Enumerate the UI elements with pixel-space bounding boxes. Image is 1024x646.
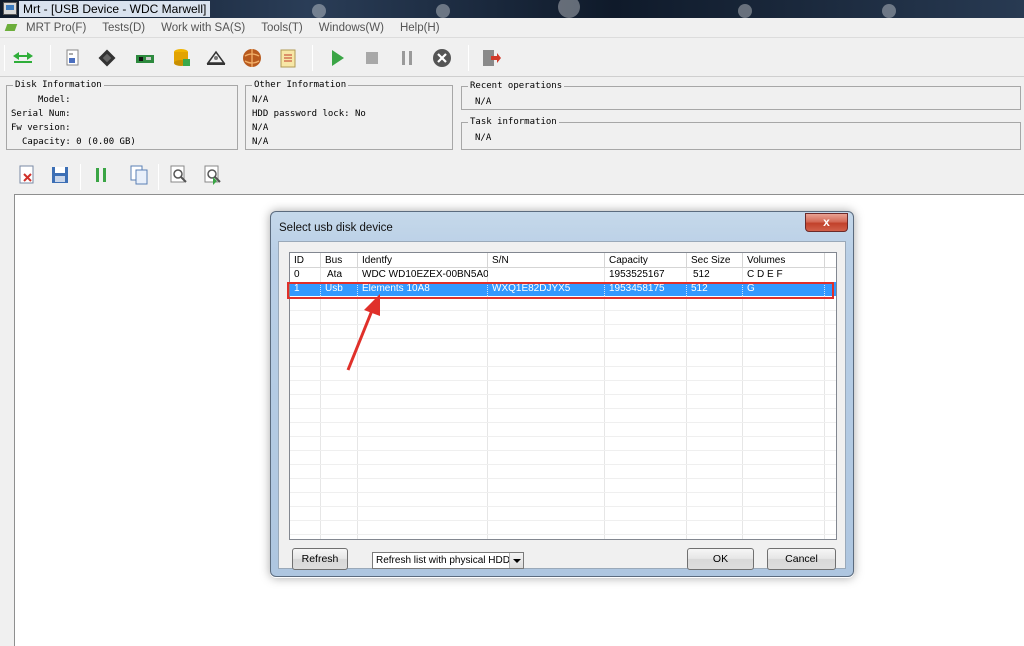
dialog-body: ID Bus Identfy S/N Capacity Sec Size Vol… xyxy=(278,241,846,570)
delete-file-icon[interactable] xyxy=(16,164,38,186)
select-usb-disk-dialog: Select usb disk device x ID Bus Identfy … xyxy=(270,211,854,577)
menu-tools[interactable]: Tools(T) xyxy=(259,22,305,34)
cell-capacity: 1953525167 xyxy=(609,269,665,280)
desktop-orb-icon xyxy=(738,4,752,18)
chevron-down-icon[interactable] xyxy=(509,553,523,568)
cell-id: 0 xyxy=(294,269,300,280)
desktop-orb-icon xyxy=(558,0,580,18)
search-icon[interactable] xyxy=(168,164,190,186)
disk-fw-version: Fw version: xyxy=(11,123,71,133)
log-toolbar xyxy=(0,160,1024,192)
col-id[interactable]: ID xyxy=(290,253,321,268)
other-information-legend: Other Information xyxy=(254,80,347,90)
menu-mrt-pro[interactable]: MRT Pro(F) xyxy=(24,22,88,34)
menu-windows[interactable]: Windows(W) xyxy=(317,22,386,34)
refresh-mode-value: Refresh list with physical HDD xyxy=(376,555,510,566)
window-title: Mrt - [USB Device - WDC Marwell] xyxy=(19,1,211,17)
cell-identify: WDC WD10EZEX-00BN5A0 xyxy=(362,269,488,280)
annotation-arrow-icon xyxy=(346,294,380,371)
col-identify[interactable]: Identfy xyxy=(358,253,488,268)
scale-icon[interactable] xyxy=(205,47,227,69)
save-icon[interactable] xyxy=(49,164,71,186)
globe-icon[interactable] xyxy=(241,47,263,69)
cell-sn xyxy=(488,268,605,282)
search-next-icon[interactable] xyxy=(202,164,224,186)
dialog-close-button[interactable]: x xyxy=(805,213,848,232)
refresh-mode-select[interactable]: Refresh list with physical HDD xyxy=(372,552,524,569)
task-information-group: Task information xyxy=(461,117,1021,150)
copy-icon[interactable] xyxy=(128,164,150,186)
exit-icon[interactable] xyxy=(480,47,502,69)
disk-model: Model: xyxy=(38,95,71,105)
other-info-line: N/A xyxy=(252,123,269,133)
cancel-icon[interactable] xyxy=(431,47,453,69)
col-sec-size[interactable]: Sec Size xyxy=(687,253,743,268)
connect-icon[interactable] xyxy=(12,47,34,69)
ok-button[interactable]: OK xyxy=(687,548,754,570)
col-volumes[interactable]: Volumes xyxy=(743,253,825,268)
col-sn[interactable]: S/N xyxy=(488,253,605,268)
desktop-orb-icon xyxy=(436,4,450,18)
other-info-line: N/A xyxy=(252,95,269,105)
task-information-value: N/A xyxy=(475,133,492,143)
disk-info-icon[interactable] xyxy=(62,47,84,69)
hdd-password-lock: HDD password lock: No xyxy=(252,109,366,119)
menu-help[interactable]: Help(H) xyxy=(398,22,442,34)
disk-serial: Serial Num: xyxy=(11,109,71,119)
disk-information-legend: Disk Information xyxy=(15,80,102,90)
recent-operations-legend: Recent operations xyxy=(470,81,563,91)
task-information-legend: Task information xyxy=(470,117,557,127)
app-icon xyxy=(3,2,17,15)
table-row[interactable]: 0 Ata WDC WD10EZEX-00BN5A0 1953525167 51… xyxy=(290,268,836,282)
cell-sec-size: 512 xyxy=(687,282,743,296)
board-icon[interactable] xyxy=(134,47,156,69)
cell-sn: WXQ1E82DJYX5 xyxy=(488,282,605,296)
recent-operations-value: N/A xyxy=(475,97,492,107)
cell-bus: Ata xyxy=(327,269,343,280)
menu-tests[interactable]: Tests(D) xyxy=(100,22,147,34)
col-capacity[interactable]: Capacity xyxy=(605,253,687,268)
desktop-orb-icon xyxy=(312,4,326,18)
device-list-header: ID Bus Identfy S/N Capacity Sec Size Vol… xyxy=(290,253,836,268)
cell-volumes: G xyxy=(743,282,825,296)
menu-work-with-sa[interactable]: Work with SA(S) xyxy=(159,22,247,34)
main-toolbar xyxy=(0,39,1024,77)
menu-bar: MRT Pro(F) Tests(D) Work with SA(S) Tool… xyxy=(0,18,1024,38)
cell-id: 1 xyxy=(290,282,321,296)
col-bus[interactable]: Bus xyxy=(321,253,358,268)
cancel-button[interactable]: Cancel xyxy=(767,548,836,570)
stop-icon[interactable] xyxy=(361,47,383,69)
dialog-title: Select usb disk device xyxy=(279,222,393,234)
cell-volumes: C D E F xyxy=(747,269,783,280)
menu-app-icon[interactable] xyxy=(6,22,20,33)
cell-capacity: 1953458175 xyxy=(605,282,687,296)
pause-log-icon[interactable] xyxy=(90,164,112,186)
chip-icon[interactable] xyxy=(96,47,118,69)
pause-icon[interactable] xyxy=(396,47,418,69)
notes-icon[interactable] xyxy=(277,47,299,69)
desktop-orb-icon xyxy=(882,4,896,18)
refresh-button[interactable]: Refresh xyxy=(292,548,348,570)
title-bar: Mrt - [USB Device - WDC Marwell] xyxy=(0,0,1024,18)
recent-operations-group: Recent operations xyxy=(461,81,1021,110)
other-info-line: N/A xyxy=(252,137,269,147)
database-icon[interactable] xyxy=(170,47,192,69)
disk-capacity: Capacity: 0 (0.00 GB) xyxy=(22,137,136,147)
cell-sec-size: 512 xyxy=(693,269,710,280)
play-icon[interactable] xyxy=(326,47,348,69)
